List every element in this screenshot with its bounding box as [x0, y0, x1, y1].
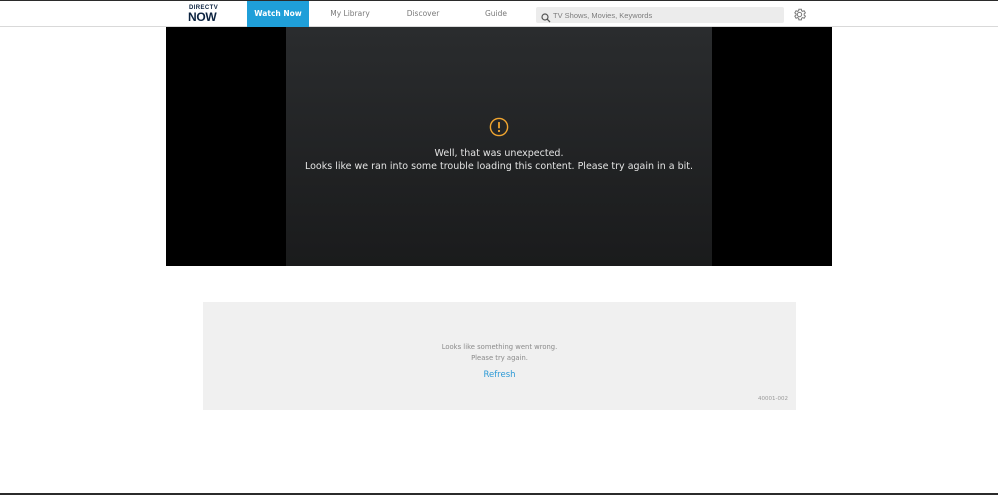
logo-line-2: NOW — [188, 10, 217, 24]
refresh-link[interactable]: Refresh — [203, 370, 796, 380]
player-content-area — [286, 27, 712, 266]
search-box[interactable] — [536, 7, 784, 23]
error-code: 40001-002 — [758, 396, 788, 402]
tab-guide[interactable]: Guide — [466, 1, 526, 27]
error-card: Looks like something went wrong. Please … — [203, 302, 796, 410]
player-error-title: Well, that was unexpected. — [434, 148, 564, 159]
search-input[interactable] — [553, 7, 778, 23]
app-header: DIRECTV NOW Watch Now My Library Discove… — [0, 1, 998, 27]
tab-my-library[interactable]: My Library — [318, 1, 382, 27]
tab-watch-now[interactable]: Watch Now — [247, 1, 309, 27]
player-error-message: Looks like we ran into some trouble load… — [304, 161, 693, 172]
directv-now-logo[interactable]: DIRECTV NOW — [188, 5, 222, 25]
gear-icon[interactable] — [792, 7, 807, 22]
error-message-line-2: Please try again. — [471, 354, 528, 362]
search-icon[interactable] — [540, 9, 552, 23]
tab-discover[interactable]: Discover — [392, 1, 454, 27]
exclamation-circle-icon — [489, 117, 509, 137]
video-player[interactable]: Well, that was unexpected. Looks like we… — [166, 27, 832, 266]
error-message-line-1: Looks like something went wrong. — [441, 343, 558, 351]
